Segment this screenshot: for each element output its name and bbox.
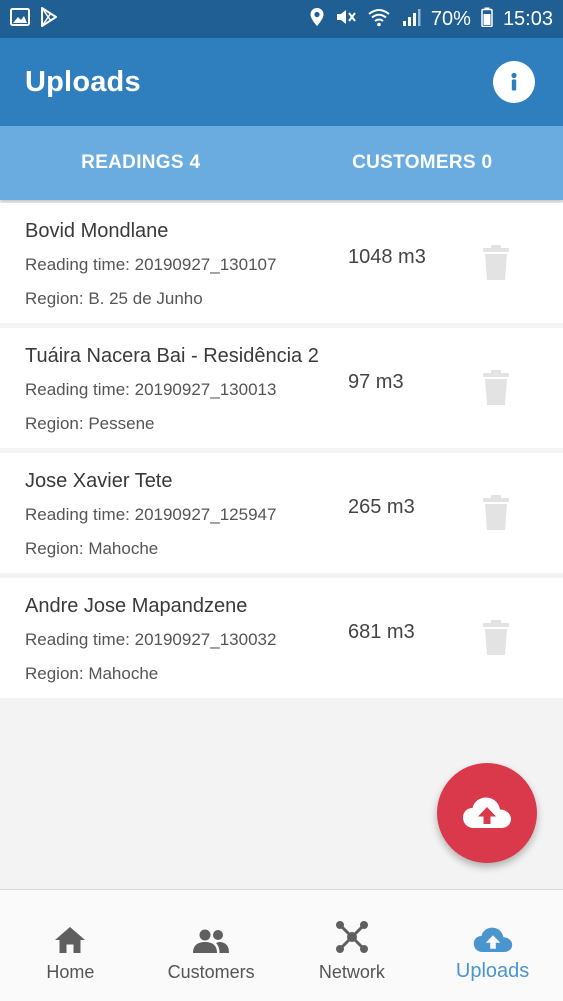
customer-name: Andre Jose Mapandzene [25, 595, 247, 618]
reading-volume: 265 m3 [348, 496, 415, 519]
nav-customers-label: Customers [168, 962, 255, 983]
nav-customers[interactable]: Customers [141, 890, 282, 1001]
tab-customers[interactable]: CUSTOMERS 0 [282, 126, 563, 200]
reading-time: Reading time: 20190927_130013 [25, 380, 276, 400]
trash-icon[interactable] [482, 245, 510, 281]
wifi-icon [367, 7, 391, 32]
nav-home[interactable]: Home [0, 890, 141, 1001]
trash-icon[interactable] [482, 370, 510, 406]
status-notifications [10, 7, 58, 32]
nav-network-label: Network [319, 962, 385, 983]
tab-readings[interactable]: READINGS 4 [0, 126, 282, 200]
people-icon [192, 928, 230, 954]
trash-icon[interactable] [482, 495, 510, 531]
reading-volume: 1048 m3 [348, 246, 426, 269]
customer-name: Bovid Mondlane [25, 220, 168, 243]
reading-volume: 97 m3 [348, 371, 404, 394]
customer-name: Tuáira Nacera Bai - Residência 2 [25, 345, 319, 368]
list-item[interactable]: Andre Jose Mapandzene Reading time: 2019… [0, 578, 563, 698]
bottom-navigation: Home Customers [0, 889, 563, 1001]
home-icon [54, 926, 86, 954]
list-item[interactable]: Bovid Mondlane Reading time: 20190927_13… [0, 203, 563, 323]
nav-home-label: Home [46, 962, 94, 983]
page-title: Uploads [25, 66, 141, 99]
tab-bar: READINGS 4 CUSTOMERS 0 [0, 126, 563, 200]
nav-uploads-label: Uploads [456, 960, 529, 983]
status-bar: 70% 15:03 [0, 0, 563, 38]
nav-network[interactable]: Network [282, 890, 423, 1001]
reading-volume: 681 m3 [348, 621, 415, 644]
info-icon [499, 67, 529, 97]
customer-name: Jose Xavier Tete [25, 470, 173, 493]
region: Region: Pessene [25, 414, 154, 434]
clock: 15:03 [503, 8, 553, 31]
region: Region: B. 25 de Junho [25, 289, 203, 309]
cloud-upload-icon [473, 926, 513, 954]
mute-icon [335, 7, 357, 32]
nav-uploads[interactable]: Uploads [422, 890, 563, 1001]
region: Region: Mahoche [25, 664, 158, 684]
location-icon [309, 7, 325, 32]
network-icon [335, 920, 369, 954]
reading-time: Reading time: 20190927_125947 [25, 505, 276, 525]
region: Region: Mahoche [25, 539, 158, 559]
reading-time: Reading time: 20190927_130032 [25, 630, 276, 650]
battery-percent: 70% [431, 8, 471, 31]
readings-list: Bovid Mondlane Reading time: 20190927_13… [0, 203, 563, 703]
list-item[interactable]: Tuáira Nacera Bai - Residência 2 Reading… [0, 328, 563, 448]
status-system: 70% 15:03 [309, 7, 553, 32]
app-bar: Uploads [0, 38, 563, 126]
reading-time: Reading time: 20190927_130107 [25, 255, 276, 275]
list-item[interactable]: Jose Xavier Tete Reading time: 20190927_… [0, 453, 563, 573]
signal-icon [401, 7, 421, 32]
info-button[interactable] [493, 61, 535, 103]
trash-icon[interactable] [482, 620, 510, 656]
gallery-icon [10, 8, 30, 31]
upload-fab-button[interactable] [437, 763, 537, 863]
battery-icon [481, 7, 493, 32]
play-store-icon [40, 7, 58, 32]
cloud-upload-icon [462, 796, 512, 830]
